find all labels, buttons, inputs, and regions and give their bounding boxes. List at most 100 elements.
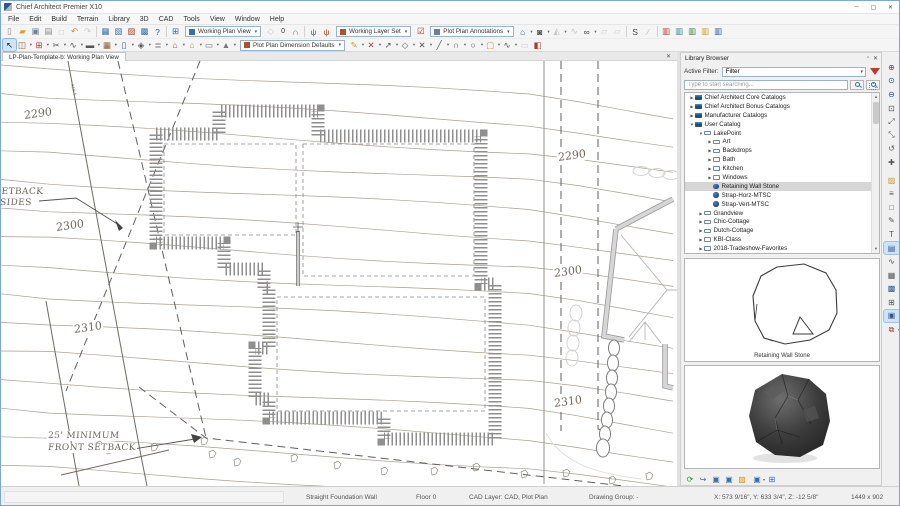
tree-item[interactable]: ▶ Chief Architect Core Catalogs: [685, 93, 879, 102]
arc-tool-icon[interactable]: ∩: [450, 39, 467, 51]
pan-tool-icon[interactable]: ψ: [320, 26, 333, 38]
menu-item[interactable]: Edit: [24, 16, 46, 23]
menu-item[interactable]: Build: [46, 16, 72, 23]
separator[interactable]: [884, 170, 899, 173]
grid-icon[interactable]: ▦: [884, 269, 899, 282]
library-3d-preview[interactable]: [684, 365, 880, 469]
window-a-icon[interactable]: ▣: [710, 474, 722, 485]
minimize-button[interactable]: ─: [848, 1, 865, 13]
tree-item[interactable]: ▶ 2018-Tradeshow-Favorites: [685, 244, 879, 253]
hatch-icon[interactable]: ▩: [884, 283, 899, 296]
pan-icon[interactable]: ✚: [884, 156, 899, 169]
tree-item[interactable]: Retaining Wall Stone: [685, 181, 879, 191]
tree-item[interactable]: ▶ Chic-Cottage: [685, 217, 879, 226]
tree-item[interactable]: ▶ Backdrops: [685, 146, 879, 155]
tree-scrollbar[interactable]: ▲ ▼: [871, 93, 879, 253]
pencil-tool-icon[interactable]: ✎: [348, 39, 365, 51]
filter-funnel-icon[interactable]: [870, 68, 880, 75]
plan-drawing-canvas[interactable]: 2290 2300 2310 2290 2300 2310 SETBACK SIDES 25' …: [1, 61, 677, 486]
tree-item[interactable]: ▼ LakePoint: [685, 129, 879, 138]
search-options-icon[interactable]: [866, 79, 880, 90]
polygon-tool-icon[interactable]: ◇: [399, 39, 416, 51]
separator[interactable]: [166, 25, 167, 37]
menu-item[interactable]: Window: [230, 16, 265, 23]
link-views-icon[interactable]: ◇: [264, 26, 277, 38]
edit-page-icon[interactable]: ✎: [884, 215, 899, 228]
dock-icon[interactable]: ▫: [867, 55, 869, 61]
close-view-icon[interactable]: □: [55, 26, 68, 38]
roof-tool-icon[interactable]: ⌂: [169, 39, 186, 51]
reference-icon[interactable]: ▱: [598, 26, 611, 38]
tree-item[interactable]: ▶ KBI-Class: [685, 235, 879, 244]
menu-item[interactable]: File: [3, 16, 24, 23]
stair-tool-icon[interactable]: ≣: [152, 39, 169, 51]
camera-3d-icon[interactable]: ⌂: [517, 26, 534, 38]
tree-item[interactable]: ▶ Dutch-Cottage: [685, 226, 879, 235]
zoom-out-icon[interactable]: ⊖: [884, 88, 899, 101]
tile-window-blue-icon[interactable]: ▥: [712, 26, 725, 38]
fill-building-icon[interactable]: ⤡: [884, 129, 899, 142]
tree-item[interactable]: ▼ User Catalog: [685, 120, 879, 129]
reference2-icon[interactable]: ▱: [611, 26, 624, 38]
scroll-down-icon[interactable]: ▼: [872, 245, 879, 253]
layer-check-icon[interactable]: ☑: [414, 26, 427, 38]
scroll-up-icon[interactable]: ▲: [872, 93, 879, 101]
bed-tool-icon[interactable]: ▭: [203, 39, 220, 51]
cabinet-tool-icon[interactable]: ▦: [101, 39, 118, 51]
window-tool-icon[interactable]: ⊞: [33, 39, 50, 51]
tree-item[interactable]: ▶ Bath: [685, 155, 879, 164]
filter-dropdown[interactable]: Filter ▾: [721, 66, 866, 77]
terrain-tool-icon[interactable]: ⌂: [186, 39, 203, 51]
search-icon[interactable]: [850, 79, 864, 90]
cut-tool-icon[interactable]: ✂: [50, 39, 67, 51]
text-tool-icon[interactable]: T: [884, 228, 899, 241]
menu-item[interactable]: Help: [265, 16, 289, 23]
maximize-button[interactable]: ▢: [865, 1, 882, 13]
tile-window-gold-icon[interactable]: ▥: [699, 26, 712, 38]
tree-item[interactable]: Strap-Vert-MTSC: [685, 200, 879, 209]
leader-tool-icon[interactable]: ↗: [382, 39, 399, 51]
views-dropdown-icon[interactable]: ▣: [749, 474, 765, 485]
zoom-box-icon[interactable]: ⊡: [884, 102, 899, 115]
binoculars-icon[interactable]: ∞: [581, 26, 598, 38]
close-tab-icon[interactable]: ✕: [666, 53, 671, 60]
undo-icon[interactable]: ↶: [68, 26, 81, 38]
tree-item[interactable]: ▶ Art: [685, 137, 879, 146]
separator[interactable]: [304, 25, 306, 37]
sketch-line-icon[interactable]: ∿: [568, 26, 581, 38]
tree-item[interactable]: ▶ Manufacturer Catalogs: [685, 111, 879, 120]
project-browser-icon[interactable]: ▣: [883, 308, 899, 324]
library-import-icon[interactable]: ▨: [884, 174, 899, 187]
annotations-dropdown[interactable]: Plot Plan Annotations ▾: [430, 26, 514, 37]
label-box-icon[interactable]: ⊞: [884, 296, 899, 309]
disabled-tool-icon[interactable]: ▭: [518, 39, 531, 51]
window-b-icon[interactable]: ▣: [723, 474, 735, 485]
close-panel-icon[interactable]: ✕: [873, 55, 878, 62]
floor-plan-view-icon[interactable]: ▦: [99, 26, 112, 38]
saved-plan-views-icon[interactable]: ⊞: [169, 26, 182, 38]
tree-item[interactable]: ▶ Chief Architect Bonus Catalogs: [685, 102, 879, 111]
new-plan-icon[interactable]: ▯: [3, 26, 16, 38]
text-line-icon[interactable]: ≡: [884, 187, 899, 200]
fixture-tool-icon[interactable]: ▯: [118, 39, 135, 51]
cross-tool-icon[interactable]: ✕: [416, 39, 433, 51]
separator[interactable]: [656, 25, 658, 37]
separator[interactable]: [625, 25, 627, 37]
refresh-icon[interactable]: ⟳: [684, 474, 696, 485]
arch-tool-icon[interactable]: ∩: [289, 26, 302, 38]
tree-item[interactable]: ▶ Windows: [685, 173, 879, 182]
menu-item[interactable]: Tools: [178, 16, 204, 23]
curve-tool-icon[interactable]: ∿: [67, 39, 84, 51]
active-view-tab[interactable]: LP-Plan-Template-b: Working Plan View: [2, 52, 126, 61]
section-view-icon[interactable]: ▨: [125, 26, 138, 38]
sun-settings-icon[interactable]: S: [629, 26, 642, 38]
tree-item[interactable]: ▶ Kitchen: [685, 164, 879, 173]
compare-tool-icon[interactable]: ◧: [531, 39, 544, 51]
tile-window-green-icon[interactable]: ▥: [686, 26, 699, 38]
layer-set-dropdown[interactable]: Working Layer Set ▾: [336, 26, 412, 37]
send-to-icon[interactable]: ↪: [697, 474, 709, 485]
plant-tool-icon[interactable]: ▲: [220, 39, 237, 51]
select-arrow-icon[interactable]: ↖: [2, 38, 17, 52]
help-icon[interactable]: ?: [151, 26, 164, 38]
circle-tool-icon[interactable]: ○: [467, 39, 484, 51]
